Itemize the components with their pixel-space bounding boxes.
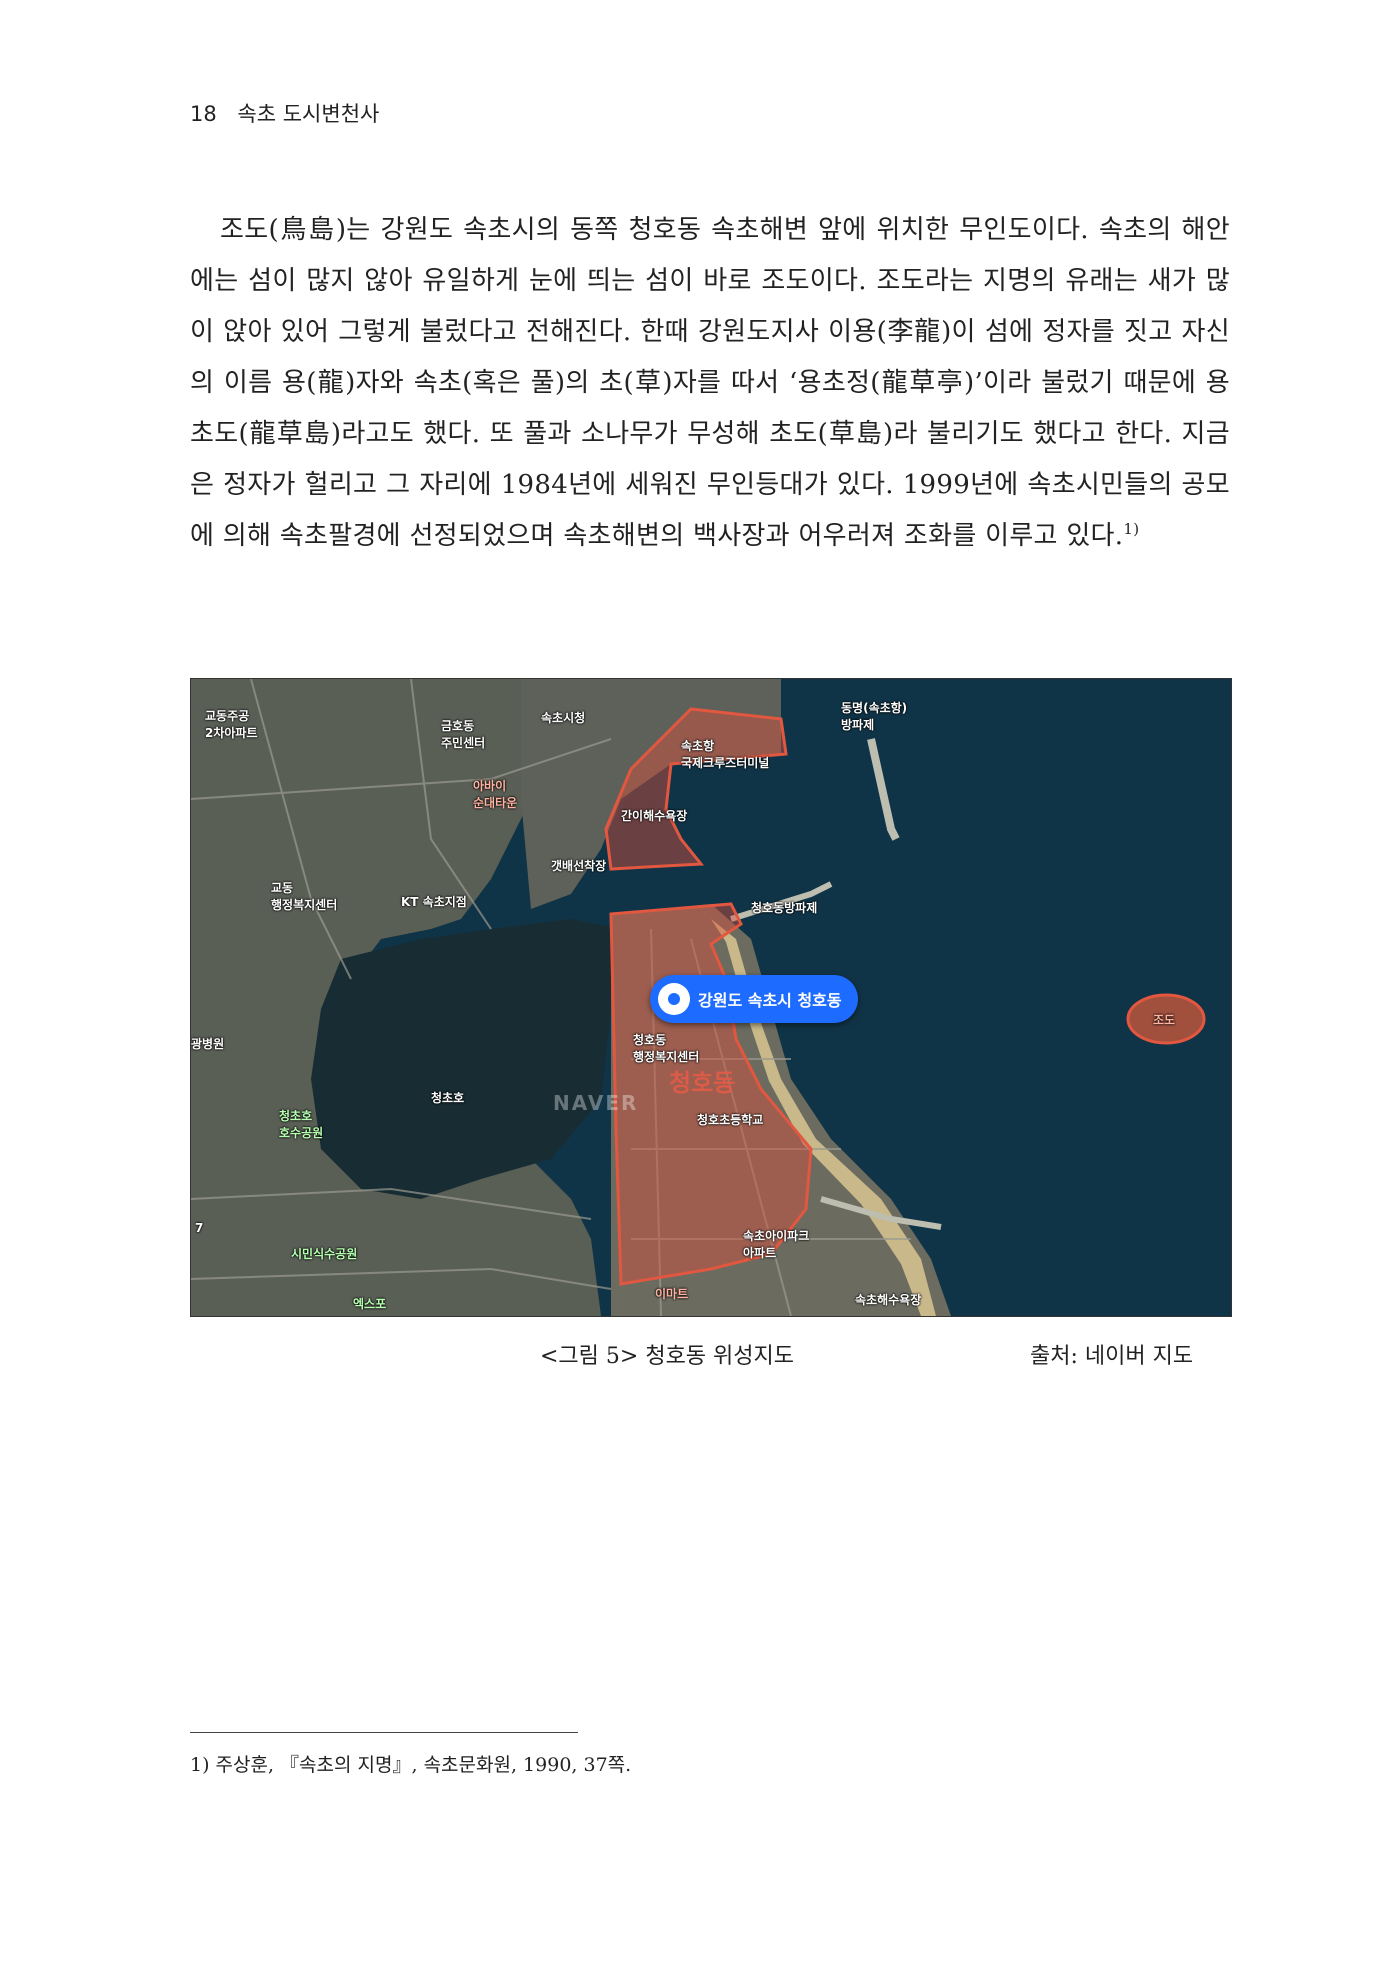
- figure-caption: <그림 5> 청호동 위성지도: [540, 1344, 795, 1369]
- label-lake-park: 청초호 호수공원: [279, 1109, 324, 1140]
- footnote-divider: [190, 1732, 578, 1733]
- location-pin-icon: [658, 983, 690, 1015]
- location-pin-badge[interactable]: 강원도 속초시 청호동: [650, 975, 858, 1023]
- label-dongmyeong: 동명(속초항) 방파제: [841, 701, 908, 732]
- pin-label: 강원도 속초시 청호동: [698, 991, 842, 1010]
- label-expo: 엑스포: [353, 1297, 387, 1311]
- label-beach: 속초해수욕장: [855, 1293, 922, 1307]
- label-gaetbae: 갯배선착장: [551, 859, 607, 873]
- satellite-map: 교동주공 2차아파트 금호동 주민센터 속초시청 동명(속초항) 방파제 속초항 국제크…: [190, 678, 1232, 1317]
- figure-source: 출처: 네이버 지도: [1030, 1344, 1194, 1369]
- label-ganie: 간이해수욕장: [621, 809, 688, 823]
- label-apartment: 속초아이파크 아파트: [743, 1229, 810, 1260]
- label-naver-watermark: NAVER: [553, 1091, 639, 1115]
- label-breakwater: 청호동방파제: [751, 901, 818, 915]
- page-number: 18: [190, 102, 217, 126]
- label-gyodong-apt: 교동주공 2차아파트: [205, 709, 258, 740]
- label-hospital: 광병원: [191, 1037, 225, 1051]
- label-cheongcho-lake: 청초호: [431, 1091, 465, 1105]
- body-paragraph: 조도(鳥島)는 강원도 속초시의 동쪽 청호동 속초해변 앞에 위치한 무인도이…: [190, 205, 1230, 562]
- label-jodo: 조도: [1153, 1013, 1176, 1027]
- label-sokcho-cityhall: 속초시청: [541, 711, 586, 725]
- label-geumhodong: 금호동 주민센터: [441, 719, 486, 750]
- label-emart: 이마트: [655, 1287, 689, 1301]
- label-abai: 아바이 순대타운: [473, 779, 518, 810]
- paragraph-text: 조도(鳥島)는 강원도 속초시의 동쪽 청호동 속초해변 앞에 위치한 무인도이…: [190, 215, 1230, 551]
- page-header: 18 속초 도시변천사: [190, 98, 379, 128]
- label-gyodong-center: 교동 행정복지센터: [271, 881, 338, 912]
- label-sokcho-port: 속초항 국제크루즈터미널: [681, 739, 770, 770]
- footnote: 1) 주상훈, 『속초의 지명』, 속초문화원, 1990, 37쪽.: [190, 1754, 632, 1776]
- body-text: 조도(鳥島)는 강원도 속초시의 동쪽 청호동 속초해변 앞에 위치한 무인도이…: [190, 205, 1230, 562]
- label-cheongho-center: 청호동 행정복지센터: [633, 1033, 700, 1064]
- footnote-ref: 1): [1123, 520, 1140, 538]
- label-route7: 7: [195, 1221, 204, 1235]
- label-cheongho-big: 청호동: [669, 1069, 736, 1097]
- label-cheongho-school: 청호초등학교: [697, 1113, 764, 1127]
- running-title: 속초 도시변천사: [237, 102, 380, 126]
- label-kt: KT 속초지점: [401, 895, 467, 909]
- label-citizen-park: 시민식수공원: [291, 1247, 358, 1261]
